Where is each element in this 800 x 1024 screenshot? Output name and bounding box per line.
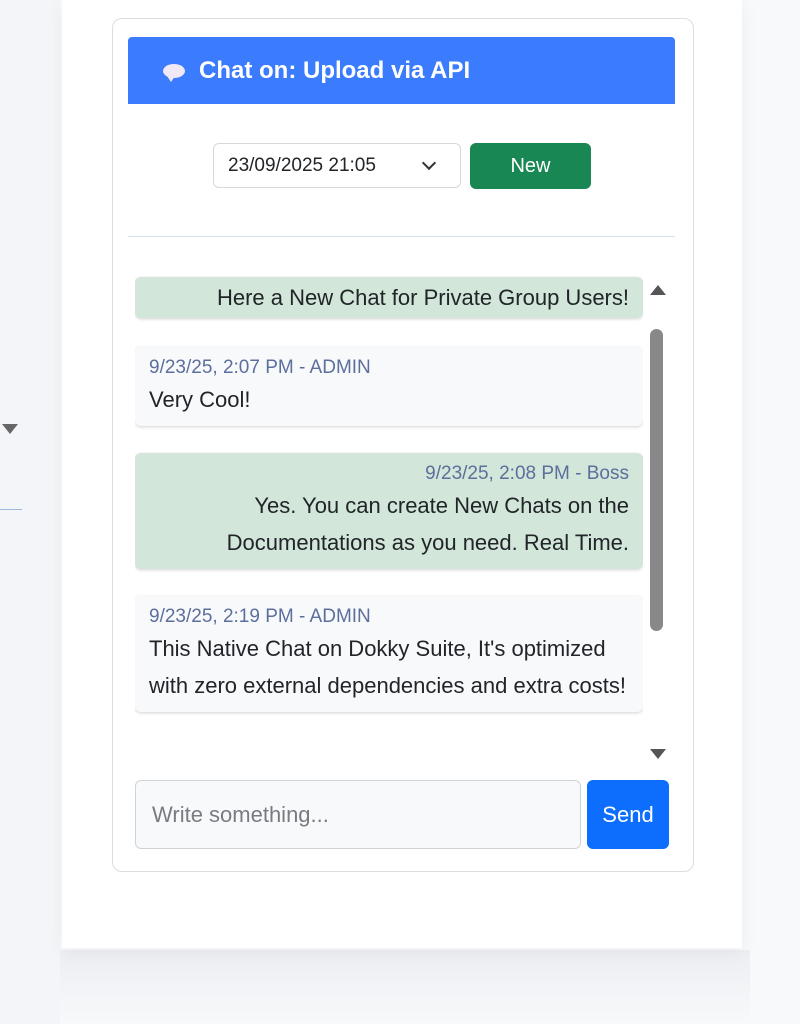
message-item: 9/23/25, 2:07 PM - ADMIN Very Cool! — [135, 347, 643, 426]
caret-down-icon[interactable] — [2, 424, 18, 434]
background-panel — [0, 0, 60, 1024]
message-meta: 9/23/25, 2:19 PM - ADMIN — [149, 606, 371, 627]
scroll-down-icon[interactable] — [650, 749, 666, 759]
message-text: Here a New Chat for Private Group Users! — [216, 285, 629, 310]
chat-bubble-icon — [163, 63, 185, 82]
chat-title: Chat on: Upload via API — [199, 56, 471, 84]
divider — [128, 236, 675, 237]
scroll-up-icon[interactable] — [650, 285, 666, 295]
chat-header: Chat on: Upload via API — [128, 37, 675, 104]
panel-shadow — [60, 950, 750, 1024]
send-button[interactable]: Send — [587, 780, 669, 849]
chat-session-value: 23/09/2025 21:05 — [228, 154, 376, 176]
message-meta: 9/23/25, 2:08 PM - Boss — [425, 463, 629, 484]
message-list[interactable]: Here a New Chat for Private Group Users!… — [135, 275, 643, 755]
message-input[interactable] — [135, 780, 581, 849]
chat-session-select[interactable]: 23/09/2025 21:05 — [213, 143, 461, 188]
chat-card: Chat on: Upload via API 23/09/2025 21:05… — [112, 18, 694, 872]
message-text: This Native Chat on Dokky Suite, It's op… — [149, 636, 626, 698]
message-text: Very Cool! — [149, 387, 251, 412]
main-panel: Chat on: Upload via API 23/09/2025 21:05… — [62, 0, 742, 948]
scrollbar-thumb[interactable] — [650, 329, 663, 631]
new-chat-button[interactable]: New — [470, 143, 591, 189]
message-item: 9/23/25, 2:08 PM - Boss Yes. You can cre… — [135, 453, 643, 569]
message-meta: 9/23/25, 2:07 PM - ADMIN — [149, 357, 371, 378]
message-item: Here a New Chat for Private Group Users! — [135, 277, 643, 318]
message-item: 9/23/25, 2:19 PM - ADMIN This Native Cha… — [135, 596, 643, 712]
message-text: Yes. You can create New Chats on the Doc… — [226, 493, 629, 555]
chevron-down-icon — [421, 155, 437, 171]
divider — [0, 509, 22, 510]
